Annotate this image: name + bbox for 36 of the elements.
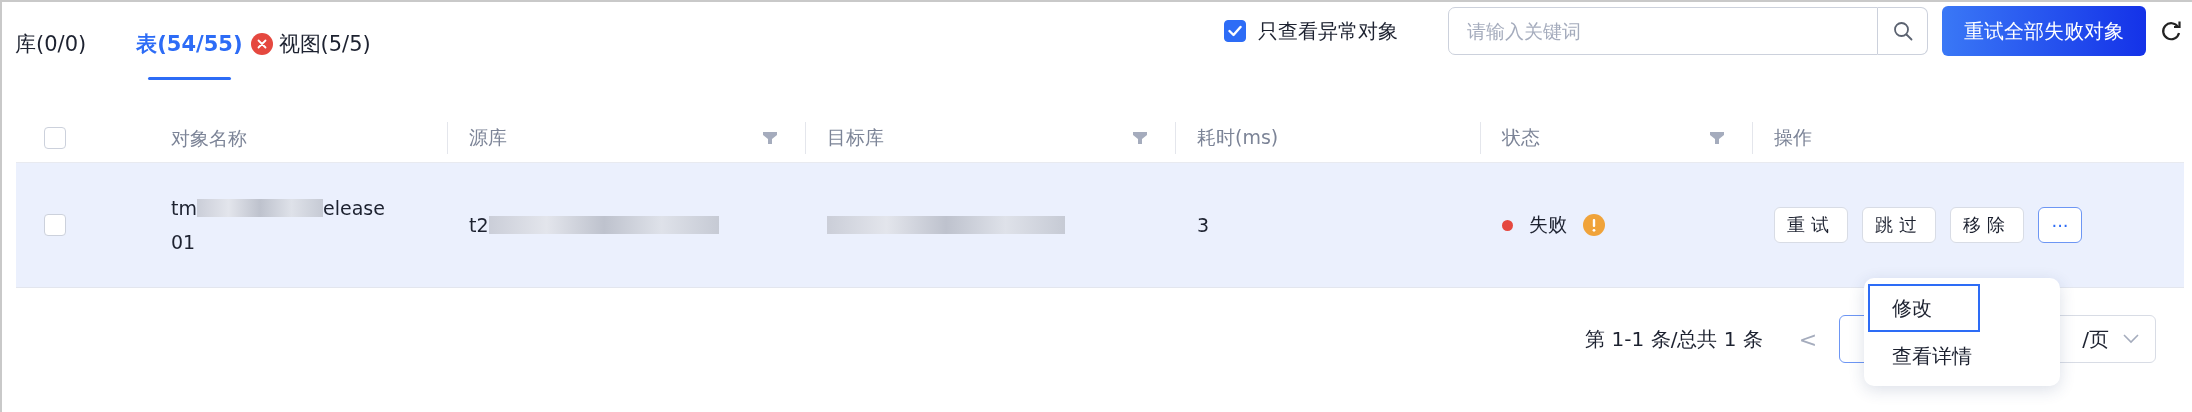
checkbox-label: 只查看异常对象 [1258, 17, 1398, 45]
more-button[interactable]: ··· [2038, 207, 2082, 243]
retry-all-button[interactable]: 重试全部失败对象 [1942, 6, 2146, 56]
table-cell-text: tm [171, 196, 197, 221]
table-cell-text: 01 [171, 230, 196, 255]
search-field[interactable]: 请输入关键词 [1448, 7, 1878, 55]
tab[interactable]: 表(54/55) [136, 2, 243, 86]
row-checkbox[interactable] [44, 214, 66, 236]
table-cell: 3 [1197, 214, 1210, 236]
table-cell-text: elease [322, 196, 385, 221]
filter-icon [763, 132, 777, 144]
search-icon [1892, 21, 1913, 41]
column-header: 目标库 [827, 125, 884, 150]
column-header: 对象名称 [171, 126, 247, 151]
check-icon [1228, 25, 1242, 37]
refresh-icon [2160, 20, 2182, 42]
checkbox[interactable] [1224, 20, 1246, 42]
action-button[interactable]: 跳过 [1862, 207, 1936, 243]
status-label: 失败 [1529, 212, 1567, 237]
table-row[interactable]: tm elease 01 t2 3 失败 重试 跳过 移除 ··· [16, 163, 2184, 288]
column-header: 操作 [1774, 125, 1812, 150]
search-button[interactable] [1878, 7, 1928, 55]
menu-item[interactable]: 修改 [1868, 284, 1980, 332]
pagination-summary: 第 1-1 条/总共 1 条 [1585, 325, 1763, 353]
column-header: 源库 [469, 125, 507, 150]
action-button[interactable]: 重试 [1774, 207, 1848, 243]
tab[interactable]: 视图(5/5) [278, 2, 371, 86]
filter-icon [1710, 132, 1724, 144]
select-all-checkbox[interactable] [44, 127, 66, 149]
filter-icon [1133, 132, 1147, 144]
table-cell: t2 [469, 214, 489, 236]
tab[interactable]: 库(0/0) [15, 2, 87, 86]
column-header: 耗时(ms) [1197, 125, 1279, 150]
action-button[interactable]: 移除 [1950, 207, 2024, 243]
column-header: 状态 [1502, 125, 1540, 150]
chevron-down-icon [2123, 334, 2139, 344]
